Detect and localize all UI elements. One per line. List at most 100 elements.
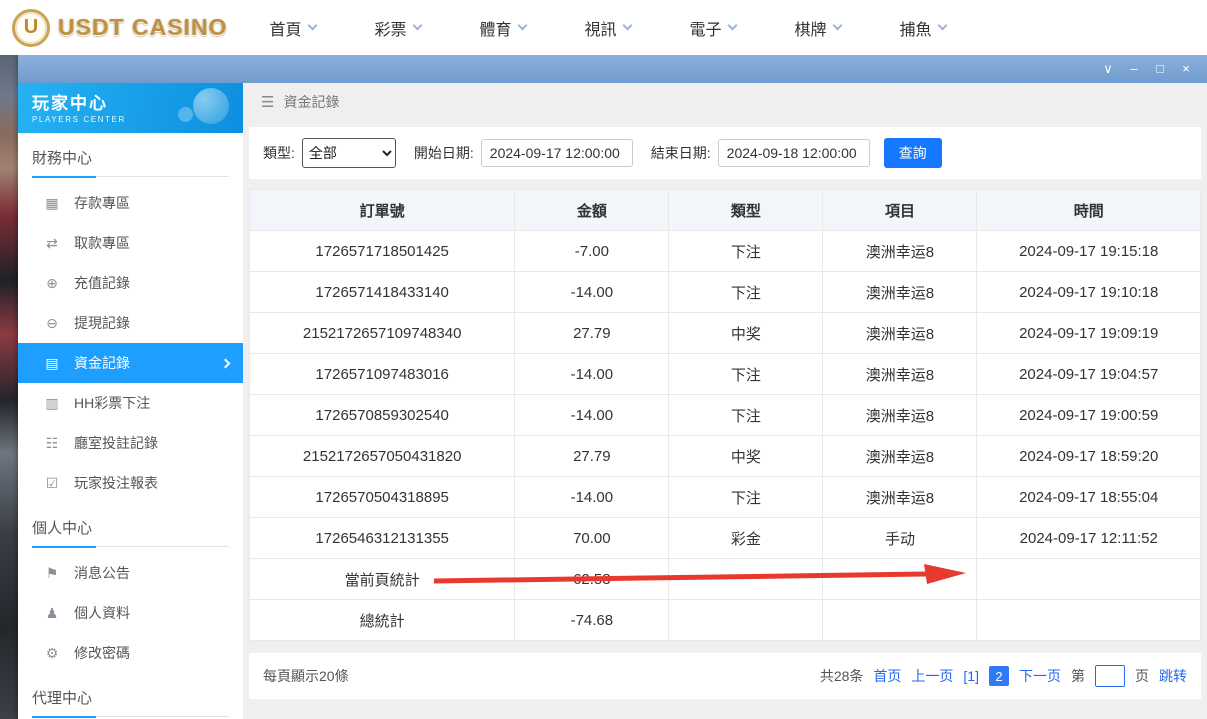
cell-type: 下注 — [669, 354, 823, 395]
cell-amount: -14.00 — [515, 272, 669, 313]
cell-time: 2024-09-17 19:00:59 — [977, 395, 1201, 436]
page-jump-input[interactable] — [1095, 665, 1125, 687]
sidebar-menu-item[interactable]: ♟ 個人資料 — [18, 593, 243, 633]
jump-suffix-label: 页 — [1135, 666, 1149, 686]
sidebar-item-label: 玩家投注報表 — [74, 473, 158, 493]
window-close-icon[interactable]: × — [1173, 55, 1199, 83]
sidebar-item-label: 取款專區 — [74, 233, 130, 253]
start-date-label: 開始日期: — [414, 143, 474, 163]
top-nav-item-label: 電子 — [689, 16, 721, 40]
top-nav-item[interactable]: 首頁 — [240, 16, 345, 40]
cell-amount: -74.68 — [515, 600, 669, 641]
cell-time: 2024-09-17 12:11:52 — [977, 518, 1201, 559]
cell-order-id: 1726570504318895 — [250, 477, 515, 518]
type-select[interactable]: 全部 — [302, 138, 396, 168]
sidebar-menu-item[interactable]: ☷ 廳室投註記錄 — [18, 423, 243, 463]
cell-amount: -14.00 — [515, 395, 669, 436]
window-collapse-icon[interactable]: ∨ — [1095, 55, 1121, 83]
top-nav-item[interactable]: 視訊 — [555, 16, 660, 40]
sidebar-menu-item[interactable]: ⚙ 修改密碼 — [18, 633, 243, 673]
cell-order-id: 1726570859302540 — [250, 395, 515, 436]
cell-type — [669, 559, 823, 600]
main-content: ☰ 資金記錄 類型: 全部 開始日期: 結束日期: 查詢 — [243, 83, 1207, 719]
page-title: 資金記錄 — [283, 92, 339, 112]
player-center-window: ∨ – □ × 玩家中心 PLAYERS CENTER 財務中心 — [18, 55, 1207, 719]
prev-page-link[interactable]: 上一页 — [911, 666, 953, 686]
table-row: 1726571418433140 -14.00 下注 澳洲幸运8 2024-09… — [250, 272, 1201, 313]
top-nav-item[interactable]: 捕魚 — [870, 16, 975, 40]
cell-type: 下注 — [669, 395, 823, 436]
chevron-right-icon — [221, 358, 231, 368]
sidebar-header: 玩家中心 PLAYERS CENTER — [18, 83, 243, 133]
window-minimize-icon[interactable]: – — [1121, 55, 1147, 83]
sidebar-item-label: HH彩票下注 — [74, 393, 150, 413]
withdraw-record-icon: ⊖ — [44, 315, 60, 332]
sidebar-menu-item[interactable]: ▥ HH彩票下注 — [18, 383, 243, 423]
top-nav-item-label: 首頁 — [269, 16, 301, 40]
column-header: 金額 — [515, 190, 669, 231]
end-date-label: 結束日期: — [651, 143, 711, 163]
cell-item: 澳洲幸运8 — [823, 395, 977, 436]
sidebar-item-label: 個人資料 — [74, 603, 130, 623]
bet-report-icon: ☑ — [44, 475, 60, 492]
page-1-link[interactable]: [1] — [963, 668, 979, 684]
breadcrumb: ☰ 資金記錄 — [243, 83, 1207, 121]
next-page-link[interactable]: 下一页 — [1019, 666, 1061, 686]
funds-record-table: 訂單號 金額 類型 項目 時間 — [249, 189, 1201, 641]
cell-item: 澳洲幸运8 — [823, 313, 977, 354]
sidebar-menu-item[interactable]: ⊕ 充值記錄 — [18, 263, 243, 303]
cell-time: 2024-09-17 19:09:19 — [977, 313, 1201, 354]
page-size-text: 每頁顯示20條 — [263, 666, 349, 686]
deposit-icon: ▦ — [44, 195, 60, 212]
cell-item: 手动 — [823, 518, 977, 559]
column-header: 類型 — [669, 190, 823, 231]
table-row: 2152172657109748340 27.79 中奖 澳洲幸运8 2024-… — [250, 313, 1201, 354]
logo-emblem-icon: U — [12, 9, 50, 47]
finance-menu: ▦ 存款專區 ⇄ 取款專區 ⊕ — [18, 177, 243, 503]
chevron-down-icon — [517, 21, 527, 31]
filter-panel: 類型: 全部 開始日期: 結束日期: 查詢 — [249, 127, 1201, 179]
sidebar-menu-item[interactable]: ⊖ 提現記錄 — [18, 303, 243, 343]
cell-order-id: 1726571097483016 — [250, 354, 515, 395]
cell-type: 中奖 — [669, 436, 823, 477]
cell-type: 下注 — [669, 231, 823, 272]
top-nav-item[interactable]: 體育 — [450, 16, 555, 40]
window-maximize-icon[interactable]: □ — [1147, 55, 1173, 83]
cell-type — [669, 600, 823, 641]
cell-amount: 27.79 — [515, 313, 669, 354]
top-nav-item[interactable]: 電子 — [660, 16, 765, 40]
chevron-down-icon — [307, 21, 317, 31]
top-nav-item[interactable]: 彩票 — [345, 16, 450, 40]
table-header-row: 訂單號 金額 類型 項目 時間 — [250, 190, 1201, 231]
pagination: 共28条 首页 上一页 [1] 2 下一页 第 页 跳转 — [820, 665, 1187, 687]
first-page-link[interactable]: 首页 — [873, 666, 901, 686]
cell-item: 澳洲幸运8 — [823, 477, 977, 518]
cell-order-id: 2152172657109748340 — [250, 313, 515, 354]
chevron-down-icon — [832, 21, 842, 31]
recharge-record-icon: ⊕ — [44, 275, 60, 292]
top-nav-item-label: 棋牌 — [794, 16, 826, 40]
sidebar-menu-item[interactable]: ▦ 存款專區 — [18, 183, 243, 223]
table-row: 1726570859302540 -14.00 下注 澳洲幸运8 2024-09… — [250, 395, 1201, 436]
cell-order-id: 2152172657050431820 — [250, 436, 515, 477]
profile-icon: ♟ — [44, 605, 60, 622]
table-body: 1726571718501425 -7.00 下注 澳洲幸运8 2024-09-… — [250, 231, 1201, 641]
search-button[interactable]: 查詢 — [884, 138, 942, 168]
sidebar-item-label: 消息公告 — [74, 563, 130, 583]
sidebar-menu-item[interactable]: ☑ 玩家投注報表 — [18, 463, 243, 503]
page: U USDT CASINO 首頁 彩票 體育 — [0, 0, 1207, 719]
end-date-input[interactable] — [718, 139, 870, 167]
table-row: 2152172657050431820 27.79 中奖 澳洲幸运8 2024-… — [250, 436, 1201, 477]
hamburger-icon[interactable]: ☰ — [261, 93, 274, 111]
sidebar-menu-item[interactable]: ⇄ 取款專區 — [18, 223, 243, 263]
sidebar-menu-item[interactable]: ▤ 資金記錄 — [18, 343, 243, 383]
sidebar-menu-item[interactable]: ⚑ 消息公告 — [18, 553, 243, 593]
cell-type: 中奖 — [669, 313, 823, 354]
section-title-personal: 個人中心 — [32, 517, 243, 547]
jump-button[interactable]: 跳转 — [1159, 666, 1187, 686]
casino-logo[interactable]: U USDT CASINO — [12, 9, 240, 47]
start-date-input[interactable] — [481, 139, 633, 167]
column-header: 訂單號 — [250, 190, 515, 231]
jump-prefix-label: 第 — [1071, 666, 1085, 686]
top-nav-item[interactable]: 棋牌 — [765, 16, 870, 40]
